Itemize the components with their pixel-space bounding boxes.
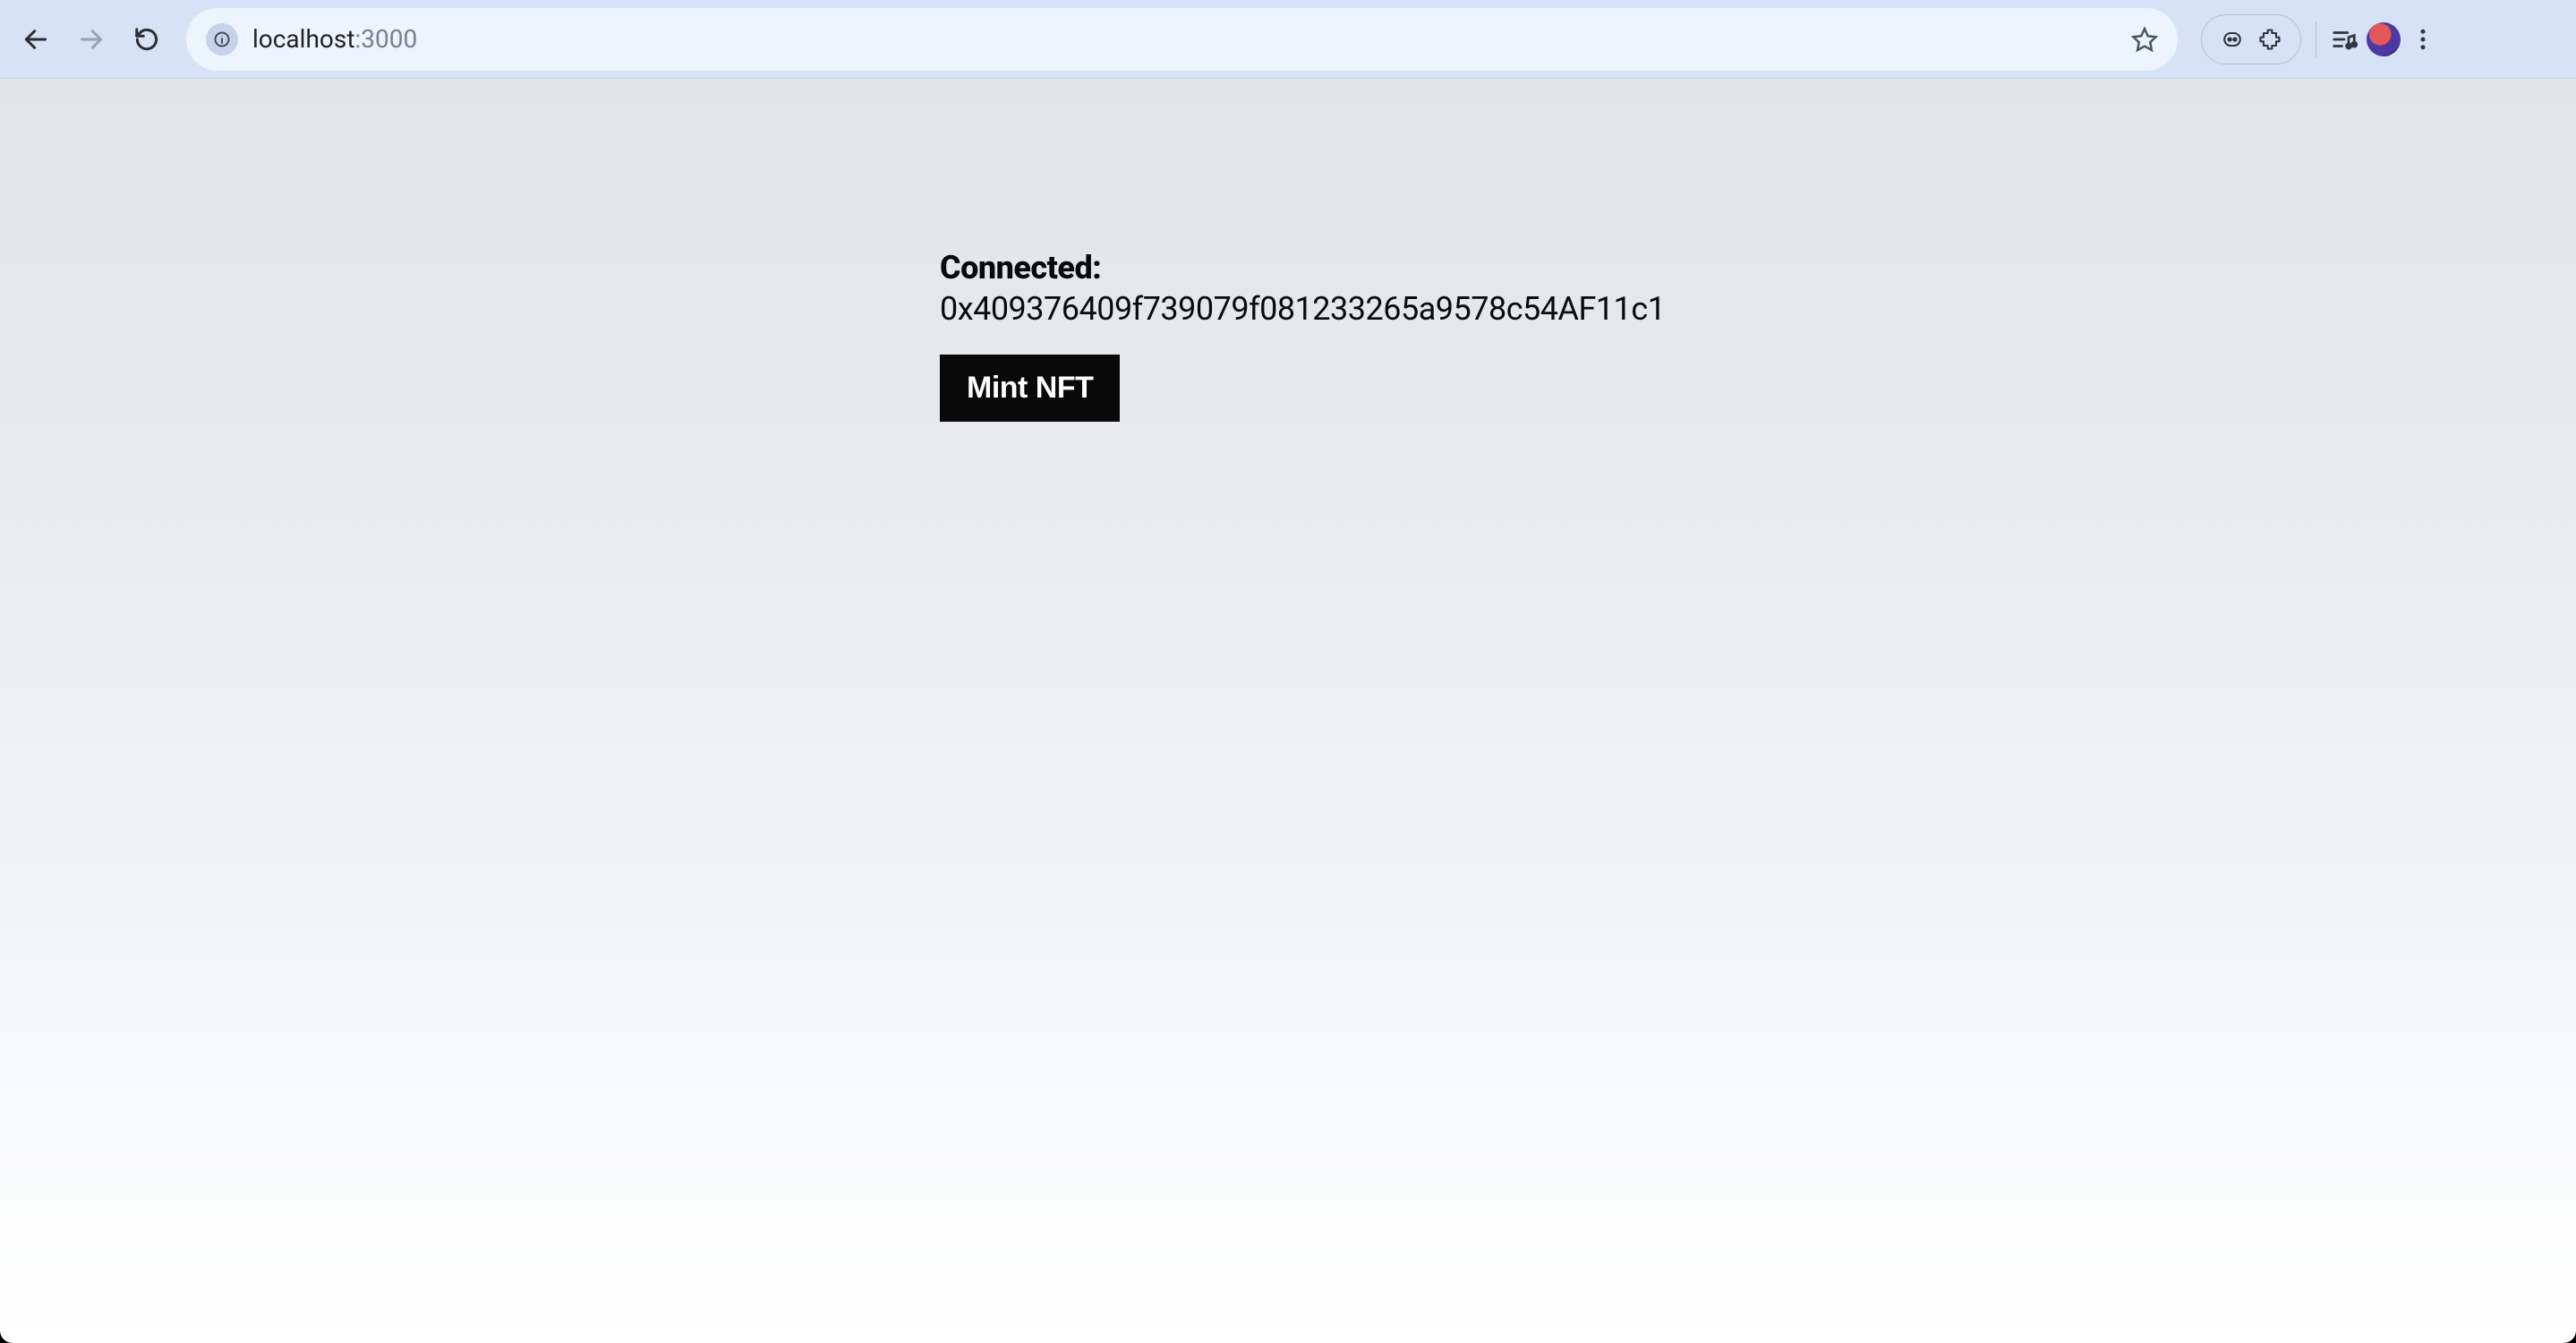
arrow-right-icon xyxy=(77,25,106,54)
extensions-pill[interactable] xyxy=(2201,14,2301,64)
browser-toolbar: localhost:3000 xyxy=(0,0,2576,79)
mint-nft-button[interactable]: Mint NFT xyxy=(940,355,1120,422)
bookmark-button[interactable] xyxy=(2131,26,2158,53)
url-port: :3000 xyxy=(354,24,417,54)
profile-avatar[interactable] xyxy=(2367,22,2401,56)
info-icon xyxy=(213,30,231,48)
toolbar-right-group xyxy=(2194,14,2436,64)
url-display[interactable]: localhost:3000 xyxy=(252,24,417,54)
forward-button[interactable] xyxy=(68,16,115,63)
kebab-icon xyxy=(2410,26,2436,53)
robot-extension-icon[interactable] xyxy=(2220,27,2245,52)
url-host: localhost xyxy=(252,24,354,54)
back-button[interactable] xyxy=(13,16,59,63)
arrow-left-icon xyxy=(21,25,50,54)
star-icon xyxy=(2131,26,2158,53)
address-bar[interactable]: localhost:3000 xyxy=(186,8,2178,71)
extensions-icon[interactable] xyxy=(2257,27,2282,52)
browser-menu-button[interactable] xyxy=(2410,26,2436,53)
reload-button[interactable] xyxy=(124,16,170,63)
main-content: Connected: 0x409376409f739079f081233265a… xyxy=(940,249,2014,422)
reload-icon xyxy=(133,26,160,53)
connected-label: Connected: xyxy=(940,249,2014,287)
page-viewport: Connected: 0x409376409f739079f081233265a… xyxy=(0,79,2576,1343)
browser-window: localhost:3000 xyxy=(0,0,2576,1343)
media-controls-button[interactable] xyxy=(2331,26,2358,53)
site-info-button[interactable] xyxy=(206,23,238,56)
wallet-address: 0x409376409f739079f081233265a9578c54AF11… xyxy=(940,290,2014,328)
